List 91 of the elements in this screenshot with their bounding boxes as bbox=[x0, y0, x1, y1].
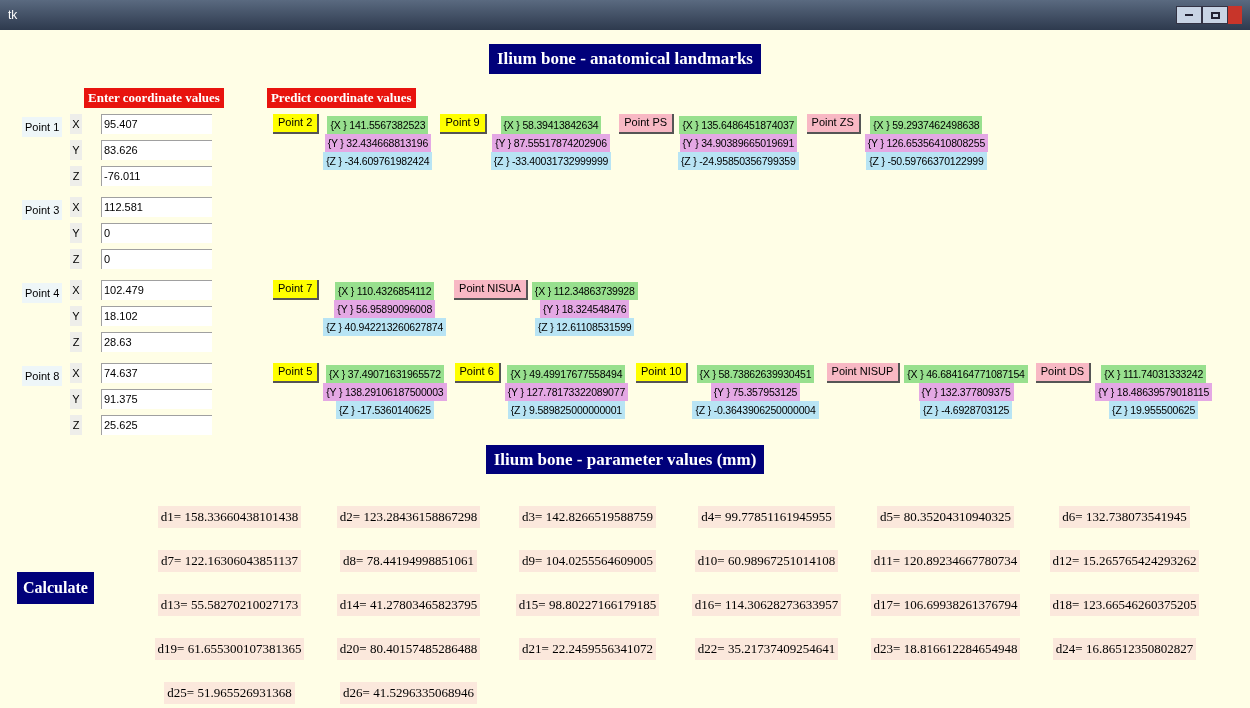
parameter-value: d23= 18.816612284654948 bbox=[870, 638, 1021, 660]
predicted-value: {Z } -0.3643906250000004 bbox=[692, 400, 819, 419]
point-label: Point 8 bbox=[22, 365, 63, 386]
point-button[interactable]: Point NISUA bbox=[454, 279, 528, 300]
parameter-value: d20= 80.40157485286488 bbox=[336, 638, 481, 660]
calculate-button[interactable]: Calculate bbox=[17, 572, 94, 604]
parameter-value: d3= 142.8266519588759 bbox=[519, 506, 656, 528]
point-label: Point 3 bbox=[22, 199, 63, 220]
parameter-value: d9= 104.0255564609005 bbox=[519, 550, 656, 572]
point-button[interactable]: Point PS bbox=[619, 113, 675, 134]
point-button[interactable]: Point ZS bbox=[806, 113, 861, 134]
axis-label: Z bbox=[70, 248, 82, 269]
point-button[interactable]: Point 2 bbox=[273, 113, 320, 134]
coordinate-field[interactable]: 112.581 bbox=[101, 196, 212, 217]
parameter-value: d26= 41.5296335068946 bbox=[340, 682, 477, 704]
point-button[interactable]: Point 7 bbox=[273, 279, 320, 300]
predicted-value: {X } 111.74031333242 bbox=[1101, 364, 1207, 383]
coordinate-field[interactable]: 91.375 bbox=[101, 388, 212, 409]
section-label: Predict coordinate values bbox=[266, 87, 416, 108]
predicted-value: {X } 135.6486451874037 bbox=[679, 115, 798, 134]
predicted-value: {Y } 87.55517874202906 bbox=[492, 133, 610, 152]
parameter-value: d25= 51.965526931368 bbox=[164, 682, 295, 704]
parameter-value: d14= 41.27803465823795 bbox=[336, 594, 481, 616]
parameter-value: d13= 55.58270210027173 bbox=[157, 594, 302, 616]
axis-label: X bbox=[70, 279, 82, 300]
predicted-value: {X } 110.4326854112 bbox=[335, 281, 435, 300]
parameter-value: d22= 35.21737409254641 bbox=[694, 638, 839, 660]
point-button[interactable]: Point 10 bbox=[636, 362, 689, 383]
parameter-value: d16= 114.30628273633957 bbox=[691, 594, 842, 616]
coordinate-field[interactable]: 83.626 bbox=[101, 139, 212, 160]
section-label: Enter coordinate values bbox=[84, 87, 224, 108]
predicted-value: {X } 141.5567382523 bbox=[327, 115, 429, 134]
parameter-value: d6= 132.738073541945 bbox=[1059, 506, 1190, 528]
parameter-value: d18= 123.66546260375205 bbox=[1049, 594, 1200, 616]
parameter-value: d1= 158.33660438101438 bbox=[157, 506, 302, 528]
predicted-value: {X } 46.684164771087154 bbox=[904, 364, 1028, 383]
predicted-value: {Z } 40.942213260627874 bbox=[323, 317, 447, 336]
parameter-value: d4= 99.77851161945955 bbox=[698, 506, 835, 528]
predicted-value: {X } 59.2937462498638 bbox=[870, 115, 983, 134]
axis-label: Y bbox=[70, 305, 82, 326]
predicted-value: {X } 58.39413842634 bbox=[500, 115, 602, 134]
coordinate-field[interactable]: 102.479 bbox=[101, 279, 212, 300]
coordinate-field[interactable]: 18.102 bbox=[101, 305, 212, 326]
coordinate-field[interactable]: 95.407 bbox=[101, 113, 212, 134]
parameter-value: d19= 61.655300107381365 bbox=[154, 638, 305, 660]
coordinate-field[interactable]: 25.625 bbox=[101, 414, 212, 435]
coordinate-field[interactable]: 74.637 bbox=[101, 362, 212, 383]
parameter-value: d12= 15.265765424293262 bbox=[1049, 550, 1200, 572]
predicted-value: {X } 112.34863739928 bbox=[531, 281, 638, 300]
parameter-value: d7= 122.16306043851137 bbox=[158, 550, 301, 572]
parameter-value: d21= 22.2459556341072 bbox=[519, 638, 656, 660]
axis-label: Y bbox=[70, 388, 82, 409]
predicted-value: {Y } 126.65356410808255 bbox=[864, 133, 989, 152]
predicted-value: {X } 49.49917677558494 bbox=[507, 364, 626, 383]
axis-label: Y bbox=[70, 222, 82, 243]
parameter-value: d17= 106.69938261376794 bbox=[870, 594, 1021, 616]
axis-label: X bbox=[70, 196, 82, 217]
axis-label: Y bbox=[70, 139, 82, 160]
coordinate-field[interactable]: 28.63 bbox=[101, 331, 212, 352]
parameter-value: d8= 78.44194998851061 bbox=[340, 550, 477, 572]
heading: Ilium bone - parameter values (mm) bbox=[485, 444, 765, 474]
point-button[interactable]: Point 9 bbox=[440, 113, 487, 134]
axis-label: X bbox=[70, 362, 82, 383]
point-button[interactable]: Point 5 bbox=[273, 362, 320, 383]
parameter-value: d10= 60.98967251014108 bbox=[694, 550, 839, 572]
axis-label: Z bbox=[70, 165, 82, 186]
maximize-icon[interactable] bbox=[1202, 6, 1228, 24]
point-button[interactable]: Point DS bbox=[1035, 362, 1092, 383]
point-label: Point 1 bbox=[22, 116, 63, 137]
parameter-value: d24= 16.86512350802827 bbox=[1052, 638, 1197, 660]
predicted-value: {X } 58.73862639930451 bbox=[696, 364, 815, 383]
heading: Ilium bone - anatomical landmarks bbox=[489, 44, 761, 74]
predicted-value: {Y } 18.48639579018115 bbox=[1095, 382, 1213, 401]
parameter-value: d5= 80.35204310940325 bbox=[877, 506, 1014, 528]
point-label: Point 4 bbox=[22, 282, 63, 303]
parameter-value: d2= 123.28436158867298 bbox=[336, 506, 481, 528]
coordinate-field[interactable]: 0 bbox=[101, 222, 212, 243]
predicted-value: {X } 37.49071631965572 bbox=[325, 364, 444, 383]
minimize-icon[interactable] bbox=[1176, 6, 1202, 24]
coordinate-field[interactable]: 0 bbox=[101, 248, 212, 269]
point-button[interactable]: Point NISUP bbox=[826, 362, 901, 383]
axis-label: X bbox=[70, 113, 82, 134]
point-button[interactable]: Point 6 bbox=[454, 362, 501, 383]
coordinate-field[interactable]: -76.011 bbox=[101, 165, 212, 186]
predicted-value: {Y } 32.434668813196 bbox=[324, 133, 432, 152]
window-title: tk bbox=[8, 7, 18, 24]
axis-label: Z bbox=[70, 414, 82, 435]
predicted-value: {Z } 12.61108531599 bbox=[534, 317, 635, 336]
parameter-value: d11= 120.89234667780734 bbox=[870, 550, 1021, 572]
axis-label: Z bbox=[70, 331, 82, 352]
parameter-value: d15= 98.80227166179185 bbox=[515, 594, 660, 616]
